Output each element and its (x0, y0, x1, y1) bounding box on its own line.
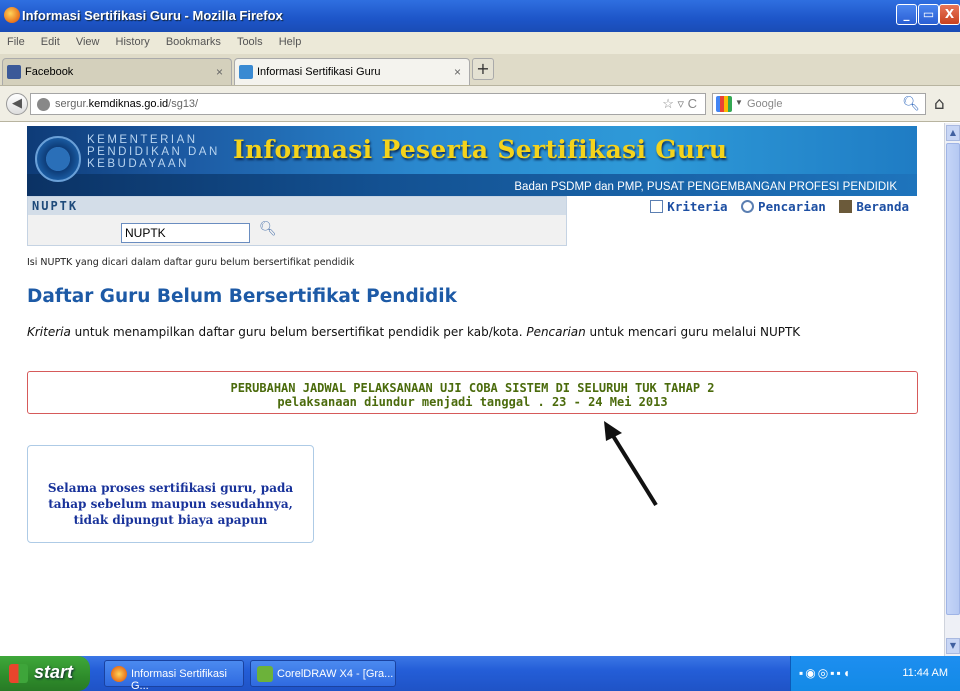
tab-label: Facebook (25, 66, 74, 78)
search-hint: Isi NUPTK yang dicari dalam daftar guru … (27, 257, 355, 268)
firefox-icon (4, 7, 20, 23)
url-host: kemdiknas.go.id (88, 98, 169, 110)
page-title: Daftar Guru Belum Bersertifikat Pendidik (27, 286, 457, 307)
facebook-icon (7, 65, 21, 79)
search-icon[interactable]: 🔍︎ (902, 95, 920, 112)
ministry-name: KEMENTERIAN PENDIDIKAN DAN KEBUDAYAAN (87, 134, 220, 170)
navigation-bar: ◀ sergur.kemdiknas.go.id/sg13/ ☆ ▿ C ▼ G… (0, 86, 960, 122)
windows-flag-icon (9, 664, 28, 683)
scroll-down-icon[interactable]: ▼ (946, 638, 960, 654)
vertical-scrollbar[interactable]: ▲ ▼ (944, 123, 960, 656)
menu-file[interactable]: File (0, 32, 31, 48)
no-fee-info-box: Selama proses sertifikasi guru, pada tah… (27, 445, 314, 543)
menu-edit[interactable]: Edit (34, 32, 66, 48)
intro-text: Kriteria untuk menampilkan daftar guru b… (27, 325, 800, 339)
close-window-button[interactable]: X (939, 4, 960, 25)
tab-label: Informasi Sertifikasi Guru (257, 66, 381, 78)
nuptk-input[interactable] (121, 223, 250, 243)
search-icon (741, 200, 755, 213)
home-icon[interactable]: ⌂ (934, 94, 945, 114)
coreldraw-icon (257, 666, 273, 682)
search-bar[interactable]: ▼ Google 🔍︎ (712, 93, 926, 115)
notice-line-2: pelaksanaan diundur menjadi tanggal . 23… (277, 395, 668, 409)
globe-icon (37, 98, 50, 111)
tab-close-icon[interactable]: × (216, 65, 223, 79)
link-beranda[interactable]: Beranda (856, 199, 909, 214)
menu-bar: File Edit View History Bookmarks Tools H… (0, 32, 960, 54)
window-title: Informasi Sertifikasi Guru - Mozilla Fir… (22, 8, 283, 23)
back-arrow-icon[interactable]: ◀ (6, 93, 28, 115)
minimize-button[interactable]: _ (896, 4, 917, 25)
url-prefix: sergur. (55, 98, 89, 110)
nuptk-header: NUPTK (28, 197, 566, 215)
notice-line-1: PERUBAHAN JADWAL PELAKSANAAN UJI COBA SI… (230, 381, 715, 395)
start-button[interactable]: start (0, 656, 90, 691)
taskbar-item-label: CorelDRAW X4 - [Gra... (277, 668, 394, 680)
start-label: start (34, 662, 74, 682)
tab-close-icon[interactable]: × (454, 65, 461, 79)
page-viewport: KEMENTERIAN PENDIDIKAN DAN KEBUDAYAAN In… (0, 123, 944, 656)
bookmark-star-icon[interactable]: ☆ ▿ C (662, 96, 697, 112)
search-icon[interactable]: 🔍︎ (259, 221, 277, 237)
ministry-logo (35, 136, 81, 182)
tab-informasi-sertifikasi[interactable]: Informasi Sertifikasi Guru × (234, 58, 470, 85)
home-icon (839, 200, 853, 213)
maximize-button[interactable]: ▭ (918, 4, 939, 25)
new-tab-button[interactable]: + (472, 58, 494, 80)
taskbar-item-firefox[interactable]: Informasi Sertifikasi G... (104, 660, 244, 691)
tab-facebook[interactable]: Facebook × (2, 58, 232, 85)
url-path: /sg13/ (168, 98, 199, 110)
firefox-icon (111, 666, 127, 682)
clock: 11:44 AM (902, 667, 948, 679)
site-banner: KEMENTERIAN PENDIDIKAN DAN KEBUDAYAAN In… (27, 126, 917, 196)
intro-text-2: untuk mencari guru melalui NUPTK (585, 325, 801, 339)
annotation-arrow-icon (604, 421, 658, 507)
menu-help[interactable]: Help (272, 32, 308, 48)
taskbar-item-coreldraw[interactable]: CorelDRAW X4 - [Gra... (250, 660, 396, 687)
intro-keyword-pencarian: Pencarian (526, 325, 586, 339)
link-pencarian[interactable]: Pencarian (758, 199, 826, 214)
window-title-bar: Informasi Sertifikasi Guru - Mozilla Fir… (0, 0, 960, 32)
search-placeholder: Google (747, 98, 783, 110)
taskbar-item-label: Informasi Sertifikasi G... (131, 668, 227, 691)
scroll-thumb[interactable] (946, 143, 960, 615)
windows-taskbar: start Informasi Sertifikasi G... CorelDR… (0, 656, 960, 691)
site-favicon-icon (239, 65, 253, 79)
schedule-notice: PERUBAHAN JADWAL PELAKSANAAN UJI COBA SI… (27, 371, 918, 414)
google-icon (716, 96, 732, 112)
link-kriteria[interactable]: Kriteria (667, 199, 727, 214)
top-links: Kriteria Pencarian Beranda (644, 199, 909, 214)
url-bar[interactable]: sergur.kemdiknas.go.id/sg13/ ☆ ▿ C (30, 93, 706, 115)
scroll-up-icon[interactable]: ▲ (946, 125, 960, 141)
menu-history[interactable]: History (109, 32, 156, 48)
system-tray: ▪◉◎▪▪◖ 11:44 AM (790, 656, 960, 691)
intro-keyword-kriteria: Kriteria (27, 325, 71, 339)
banner-heading: Informasi Peserta Sertifikasi Guru (233, 135, 728, 164)
menu-view[interactable]: View (69, 32, 106, 48)
menu-tools[interactable]: Tools (230, 32, 269, 48)
nuptk-search-panel: NUPTK 🔍︎ (27, 196, 567, 246)
edit-icon (650, 200, 664, 213)
intro-text-1: untuk menampilkan daftar guru belum bers… (70, 325, 527, 339)
tray-icons[interactable]: ▪◉◎▪▪◖ (799, 666, 852, 680)
menu-bookmarks[interactable]: Bookmarks (159, 32, 227, 48)
banner-subtitle: Badan PSDMP dan PMP, PUSAT PENGEMBANGAN … (514, 181, 897, 193)
dropdown-caret-icon: ▼ (735, 98, 743, 107)
